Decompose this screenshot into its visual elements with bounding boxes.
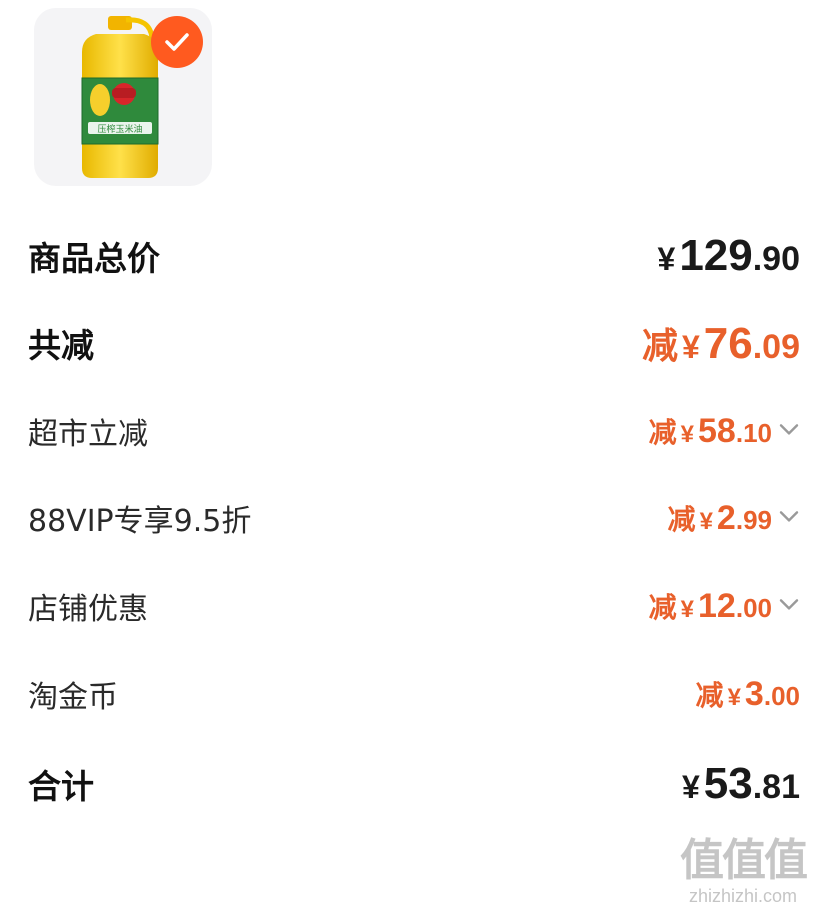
row-label: 商品总价 bbox=[28, 239, 160, 278]
discount-prefix: 减 bbox=[648, 591, 677, 624]
discount-prefix: 减 bbox=[667, 503, 696, 536]
discount-prefix: 减 bbox=[695, 679, 724, 712]
store-discount-amount: 减 ¥ 12 .00 bbox=[649, 586, 772, 626]
amount-decimal: .00 bbox=[735, 593, 772, 623]
yen-symbol: ¥ bbox=[727, 684, 741, 711]
watermark-glyphs: 值值值 bbox=[680, 835, 808, 886]
row-grand-total: 合计 ¥ 53 .81 bbox=[28, 754, 800, 814]
amount-integer: 12 bbox=[698, 587, 736, 625]
yen-symbol: ¥ bbox=[699, 508, 713, 535]
row-label: 店铺优惠 bbox=[28, 592, 148, 627]
row-label: 淘金币 bbox=[28, 680, 118, 715]
chevron-down-icon[interactable] bbox=[778, 421, 800, 437]
row-supermarket-discount[interactable]: 超市立减 减 ¥ 58 .10 bbox=[28, 401, 800, 461]
amount-integer: 53 bbox=[703, 759, 753, 808]
row-label: 超市立减 bbox=[28, 417, 148, 452]
amount-decimal: .09 bbox=[752, 328, 800, 366]
goods-total-amount: ¥ 129 .90 bbox=[658, 231, 800, 281]
amount-integer: 76 bbox=[703, 319, 753, 368]
yen-symbol: ¥ bbox=[657, 241, 676, 277]
grand-total-amount: ¥ 53 .81 bbox=[682, 759, 800, 809]
bottle-label: 压榨玉米油 bbox=[97, 123, 142, 135]
amount-integer: 58 bbox=[698, 412, 736, 450]
watermark: 值值值 zhizhizhi.com bbox=[668, 836, 818, 912]
amount-integer: 2 bbox=[716, 499, 736, 537]
row-label: 合计 bbox=[28, 767, 94, 806]
amount-decimal: .99 bbox=[735, 505, 772, 535]
yen-symbol: ¥ bbox=[681, 769, 700, 805]
amount-decimal: .10 bbox=[735, 418, 772, 448]
amount-decimal: .81 bbox=[752, 768, 800, 806]
amount-integer: 3 bbox=[744, 675, 764, 713]
taojinbi-discount-amount: 减 ¥ 3 .00 bbox=[696, 674, 800, 714]
chevron-down-icon[interactable] bbox=[778, 508, 800, 524]
row-store-discount[interactable]: 店铺优惠 减 ¥ 12 .00 bbox=[28, 576, 800, 636]
yen-symbol: ¥ bbox=[680, 421, 695, 448]
row-label: 88VIP专享9.5折 bbox=[28, 504, 252, 539]
discount-prefix: 减 bbox=[648, 416, 677, 449]
amount-integer: 129 bbox=[679, 231, 753, 280]
check-icon bbox=[165, 33, 189, 51]
amount-decimal: .00 bbox=[763, 681, 800, 711]
row-88vip-discount[interactable]: 88VIP专享9.5折 减 ¥ 2 .99 bbox=[28, 488, 800, 548]
total-discount-amount: 减 ¥ 76 .09 bbox=[642, 317, 800, 369]
row-total-discount: 共减 减 ¥ 76 .09 bbox=[28, 313, 800, 373]
chevron-down-icon[interactable] bbox=[778, 596, 800, 612]
row-label: 共减 bbox=[28, 326, 94, 365]
row-goods-total: 商品总价 ¥ 129 .90 bbox=[28, 226, 800, 286]
yen-symbol: ¥ bbox=[681, 329, 700, 365]
row-taojinbi: 淘金币 减 ¥ 3 .00 bbox=[28, 664, 800, 724]
selected-check-badge[interactable] bbox=[151, 16, 203, 68]
supermarket-discount-amount: 减 ¥ 58 .10 bbox=[649, 411, 772, 451]
vip-discount-amount: 减 ¥ 2 .99 bbox=[668, 498, 772, 538]
watermark-url: zhizhizhi.com bbox=[688, 886, 798, 906]
amount-decimal: .90 bbox=[752, 240, 800, 278]
yen-symbol: ¥ bbox=[680, 596, 695, 623]
discount-prefix: 减 bbox=[641, 326, 678, 367]
